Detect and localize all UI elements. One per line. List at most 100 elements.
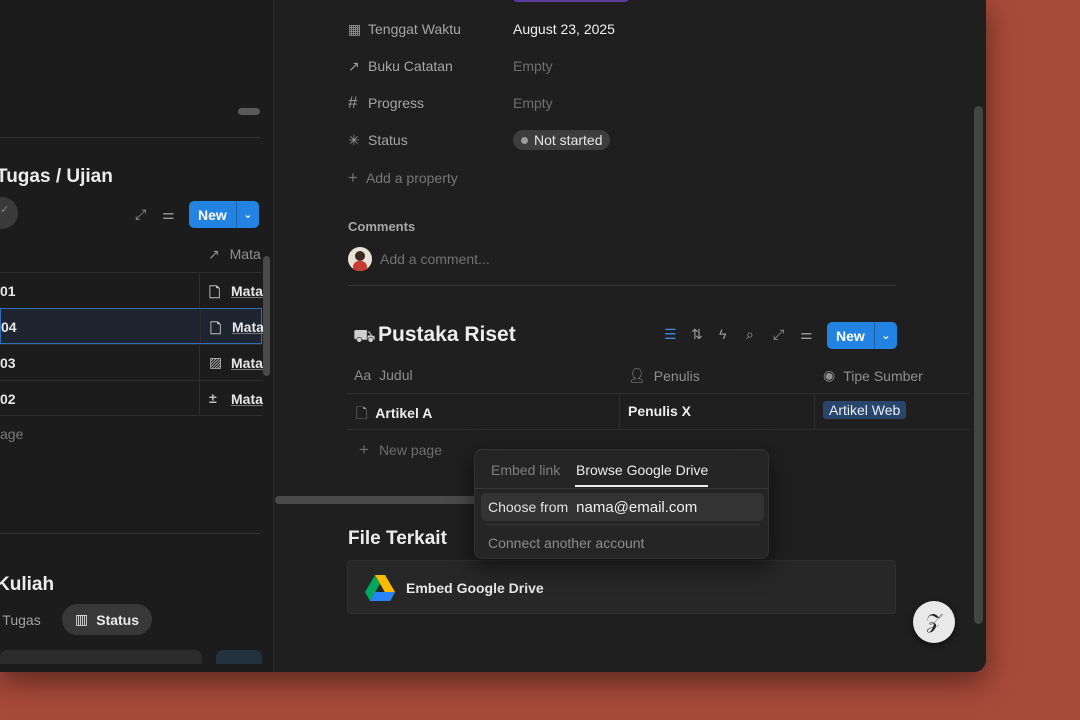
row-title[interactable]: Artikel A bbox=[375, 405, 432, 421]
property-value[interactable]: August 23, 2025 bbox=[513, 21, 615, 37]
app-window: Tugas / Ujian ✓ ⤢ ⚌ New ⌄ ↗ Mata 01 🗋 Ma… bbox=[0, 0, 986, 672]
property-row[interactable]: ▦ Tenggat Waktu August 23, 2025 bbox=[348, 17, 908, 41]
arrow-up-right-icon: ↗ bbox=[208, 246, 220, 262]
avatar-body bbox=[353, 261, 367, 271]
divider bbox=[485, 524, 760, 525]
database-new-button[interactable]: New ⌄ bbox=[827, 322, 897, 349]
left-pane-vertical-scroll[interactable] bbox=[263, 256, 270, 376]
view-tab-status[interactable]: ▥ Status bbox=[62, 604, 152, 635]
cell-divider bbox=[200, 309, 201, 343]
settings-sliders-icon[interactable]: ⚌ bbox=[800, 326, 813, 343]
divider bbox=[0, 533, 260, 534]
left-pane: Tugas / Ujian ✓ ⤢ ⚌ New ⌄ ↗ Mata 01 🗋 Ma… bbox=[0, 0, 274, 672]
tab-embed-link[interactable]: Embed link bbox=[491, 462, 560, 478]
left-pane-scroll-thumb[interactable] bbox=[238, 108, 260, 115]
account-chooser[interactable]: Choose from nama@email.com bbox=[481, 493, 764, 521]
calc-icon: ± bbox=[209, 390, 217, 406]
property-value[interactable]: Empty bbox=[513, 95, 553, 111]
truck-icon: ⛟ bbox=[353, 326, 376, 346]
table-row[interactable]: 01 🗋 Mata bbox=[0, 272, 263, 308]
card-preview[interactable] bbox=[216, 650, 262, 664]
page-icon: 🗋 bbox=[210, 320, 222, 336]
add-property-button[interactable]: + Add a property bbox=[348, 168, 458, 188]
connect-another-account-button[interactable]: Connect another account bbox=[488, 535, 644, 551]
avatar-face bbox=[355, 251, 365, 261]
choose-from-label: Choose from bbox=[488, 499, 569, 515]
divider bbox=[475, 488, 768, 489]
new-button-label: New bbox=[827, 322, 875, 349]
column-header-penulis[interactable]: 👤︎ Penulis bbox=[628, 367, 700, 384]
chart-icon: ▨ bbox=[209, 354, 223, 370]
comments-heading: Comments bbox=[348, 219, 416, 234]
comment-input[interactable]: Add a comment... bbox=[380, 251, 490, 267]
row-mata-link[interactable]: Mata bbox=[231, 283, 263, 299]
divider bbox=[348, 285, 896, 286]
column-header-judul[interactable]: Aa Judul bbox=[354, 367, 413, 383]
row-id: 03 bbox=[0, 355, 16, 371]
database-title[interactable]: Pustaka Riset bbox=[378, 323, 516, 347]
filter-icon[interactable]: ☰ bbox=[664, 326, 677, 343]
check-icon: ✓ bbox=[0, 204, 10, 216]
new-page-button[interactable]: + New page bbox=[359, 440, 442, 460]
row-id: 02 bbox=[0, 391, 16, 407]
cell-divider bbox=[814, 394, 815, 429]
chevron-down-icon[interactable]: ⌄ bbox=[875, 329, 897, 342]
row-id: 04 bbox=[1, 319, 17, 335]
avatar bbox=[348, 247, 372, 271]
card-preview[interactable] bbox=[0, 650, 202, 664]
embed-google-drive-label: Embed Google Drive bbox=[406, 580, 544, 596]
property-row-status[interactable]: ✳ Status Not started bbox=[348, 128, 908, 152]
hash-icon: # bbox=[348, 93, 358, 112]
column-header-label: Tipe Sumber bbox=[843, 367, 923, 384]
property-row[interactable]: # Progress Empty bbox=[348, 91, 908, 115]
table-line bbox=[347, 393, 969, 394]
new-page-button[interactable]: age bbox=[0, 426, 23, 442]
cell-divider bbox=[199, 273, 200, 308]
tab-browse-google-drive[interactable]: Browse Google Drive bbox=[576, 462, 708, 478]
row-mata-link[interactable]: Mata bbox=[232, 319, 264, 335]
property-name: Tenggat Waktu bbox=[368, 21, 461, 37]
lightning-icon[interactable]: ϟ bbox=[719, 326, 726, 342]
property-value[interactable]: Empty bbox=[513, 58, 553, 74]
table-row[interactable]: 🗋 Artikel A bbox=[356, 403, 432, 427]
main-vertical-scrollbar[interactable] bbox=[974, 106, 983, 624]
row-mata-link[interactable]: Mata bbox=[231, 355, 263, 371]
person-icon: 👤︎ bbox=[628, 367, 646, 383]
new-button[interactable]: New ⌄ bbox=[189, 201, 259, 228]
table-row[interactable]: 02 ± Mata bbox=[0, 380, 263, 416]
row-mata-link[interactable]: Mata bbox=[231, 391, 263, 407]
column-header-mata[interactable]: ↗ Mata bbox=[208, 246, 261, 263]
row-penulis[interactable]: Penulis X bbox=[628, 403, 691, 419]
row-tipe-sumber[interactable]: Artikel Web bbox=[823, 401, 907, 419]
sort-icon[interactable]: ⇅ bbox=[691, 326, 703, 343]
status-badge[interactable]: Not started bbox=[513, 130, 611, 150]
settings-sliders-icon[interactable]: ⚌ bbox=[162, 206, 175, 223]
new-button-label: New bbox=[189, 201, 237, 228]
file-section-title: File Terkait bbox=[348, 528, 447, 549]
google-drive-icon bbox=[365, 575, 395, 601]
expand-icon[interactable]: ⤢ bbox=[135, 206, 146, 223]
select-icon: ◉ bbox=[823, 367, 836, 383]
search-icon[interactable]: ⌕ bbox=[746, 326, 754, 343]
arrow-up-right-icon: ↗ bbox=[348, 57, 360, 74]
view-tab[interactable]: r Tugas bbox=[0, 612, 41, 628]
horizontal-scrollbar[interactable] bbox=[275, 496, 480, 504]
status-badge-label: Not started bbox=[534, 132, 603, 148]
help-button[interactable]: 𝒵 bbox=[913, 601, 955, 643]
table-row[interactable]: 04 🗋 Mata bbox=[0, 308, 264, 344]
tag-pill[interactable] bbox=[513, 0, 629, 2]
add-property-label: Add a property bbox=[365, 170, 458, 186]
table-row[interactable]: 03 ▨ Mata bbox=[0, 344, 263, 380]
help-icon: 𝒵 bbox=[926, 610, 942, 633]
column-header-tipe-sumber[interactable]: ◉ Tipe Sumber bbox=[823, 367, 923, 384]
row-id: 01 bbox=[0, 283, 16, 299]
chevron-down-icon[interactable]: ⌄ bbox=[237, 208, 259, 221]
calendar-icon: ▦ bbox=[348, 20, 362, 37]
page-icon: 🗋 bbox=[209, 284, 221, 300]
cell-divider bbox=[199, 381, 200, 415]
status-icon: ✳ bbox=[348, 131, 360, 148]
expand-icon[interactable]: ⤢ bbox=[773, 326, 784, 343]
property-row[interactable]: ↗ Buku Catatan Empty bbox=[348, 54, 908, 78]
cell-divider bbox=[619, 394, 620, 429]
embed-google-drive-block[interactable]: Embed Google Drive bbox=[347, 560, 896, 614]
